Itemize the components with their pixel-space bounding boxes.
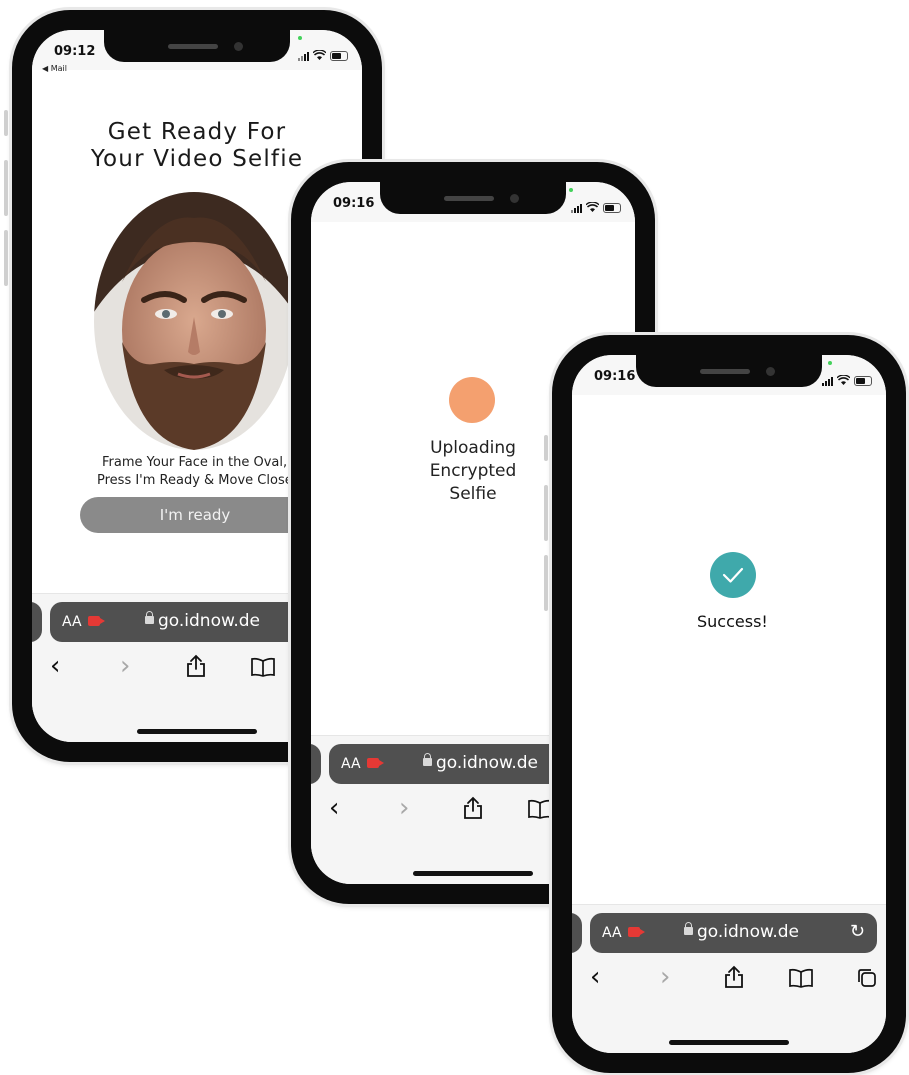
upload-status-line2: Encrypted <box>429 461 517 481</box>
side-button <box>4 230 8 286</box>
share-icon[interactable] <box>463 796 483 820</box>
checkmark-icon <box>722 567 744 583</box>
signal-icon <box>822 377 833 386</box>
back-to-mail-link[interactable]: ◀ Mail <box>42 64 67 73</box>
phone-frame-success: 09:16 Success! AA go.idnow.de ↻ ‹ › <box>544 335 906 1073</box>
lock-icon <box>423 753 432 766</box>
front-camera <box>766 367 775 376</box>
previous-tab-stub[interactable] <box>311 744 321 784</box>
success-text: Success! <box>697 612 768 631</box>
address-bar[interactable]: AA go.idnow.de ↻ <box>590 913 877 953</box>
status-time: 09:12 <box>54 44 96 59</box>
upload-status-line3: Selfie <box>449 484 497 504</box>
wifi-icon <box>313 50 326 60</box>
safari-toolbar: AA go.idnow.de ↻ ‹ › <box>572 904 886 1053</box>
previous-tab-stub[interactable] <box>32 602 42 642</box>
page-title-line2: Your Video Selfie <box>90 146 304 172</box>
text-size-button[interactable]: AA <box>62 614 82 630</box>
signal-icon <box>571 204 582 213</box>
lock-icon <box>684 922 693 935</box>
side-button <box>4 110 8 136</box>
bookmarks-icon[interactable] <box>527 799 553 819</box>
reload-icon[interactable]: ↻ <box>850 921 865 942</box>
status-icons <box>298 50 348 61</box>
url-text: go.idnow.de <box>697 922 799 942</box>
share-icon[interactable] <box>724 965 744 989</box>
url-text: go.idnow.de <box>158 611 260 631</box>
status-icons <box>822 375 872 386</box>
home-indicator <box>137 729 257 734</box>
url-text: go.idnow.de <box>436 753 538 773</box>
instruction-line1: Frame Your Face in the Oval, <box>102 455 288 470</box>
back-chevron-icon[interactable]: ‹ <box>590 963 600 991</box>
speaker <box>444 196 494 201</box>
instruction-line2: Press I'm Ready & Move Close <box>97 473 293 488</box>
battery-icon <box>603 203 621 213</box>
home-indicator <box>413 871 533 876</box>
face-oval-photo <box>94 192 294 450</box>
status-time: 09:16 <box>594 369 636 384</box>
status-icons <box>571 202 621 213</box>
status-time: 09:16 <box>333 196 375 211</box>
previous-tab-stub[interactable] <box>572 913 582 953</box>
text-size-button[interactable]: AA <box>341 756 361 772</box>
front-camera <box>234 42 243 51</box>
back-chevron-icon[interactable]: ‹ <box>50 652 60 680</box>
im-ready-button[interactable]: I'm ready <box>80 497 310 533</box>
success-check-badge <box>710 552 756 598</box>
status-bar: 09:16 <box>311 182 635 222</box>
share-icon[interactable] <box>186 654 206 678</box>
lock-icon <box>145 611 154 624</box>
mic-indicator <box>298 36 302 40</box>
bookmarks-icon[interactable] <box>250 657 276 677</box>
tabs-icon[interactable] <box>856 967 878 989</box>
mic-indicator <box>569 188 573 192</box>
wifi-icon <box>837 375 850 385</box>
speaker <box>168 44 218 49</box>
status-bar: 09:16 <box>572 355 886 395</box>
bookmarks-icon[interactable] <box>788 968 814 988</box>
side-button <box>4 160 8 216</box>
mic-indicator <box>828 361 832 365</box>
camera-record-icon[interactable] <box>367 758 384 768</box>
text-size-button[interactable]: AA <box>602 925 622 941</box>
signal-icon <box>298 52 309 61</box>
camera-record-icon[interactable] <box>88 616 105 626</box>
upload-progress-indicator <box>449 377 495 423</box>
home-indicator <box>669 1040 789 1045</box>
status-bar: 09:12 ◀ Mail <box>32 30 362 73</box>
forward-chevron-icon[interactable]: › <box>120 652 130 680</box>
upload-status-text: Uploading Encrypted Selfie <box>401 437 545 506</box>
side-button <box>544 485 548 541</box>
phone-screen: 09:16 Success! AA go.idnow.de ↻ ‹ › <box>572 355 886 1053</box>
back-chevron-icon[interactable]: ‹ <box>329 794 339 822</box>
notch <box>636 355 822 387</box>
notch <box>380 182 566 214</box>
upload-status-line1: Uploading <box>430 438 516 458</box>
address-bar[interactable]: AA go.idnow.de <box>50 602 330 642</box>
battery-icon <box>330 51 348 61</box>
browser-nav-row: ‹ › <box>572 963 886 993</box>
forward-chevron-icon[interactable]: › <box>399 794 409 822</box>
side-button <box>544 555 548 611</box>
front-camera <box>510 194 519 203</box>
side-button <box>544 435 548 461</box>
notch <box>104 30 290 62</box>
page-title-line1: Get Ready For <box>107 119 287 145</box>
forward-chevron-icon[interactable]: › <box>660 963 670 991</box>
battery-icon <box>854 376 872 386</box>
camera-record-icon[interactable] <box>628 927 645 937</box>
speaker <box>700 369 750 374</box>
wifi-icon <box>586 202 599 212</box>
